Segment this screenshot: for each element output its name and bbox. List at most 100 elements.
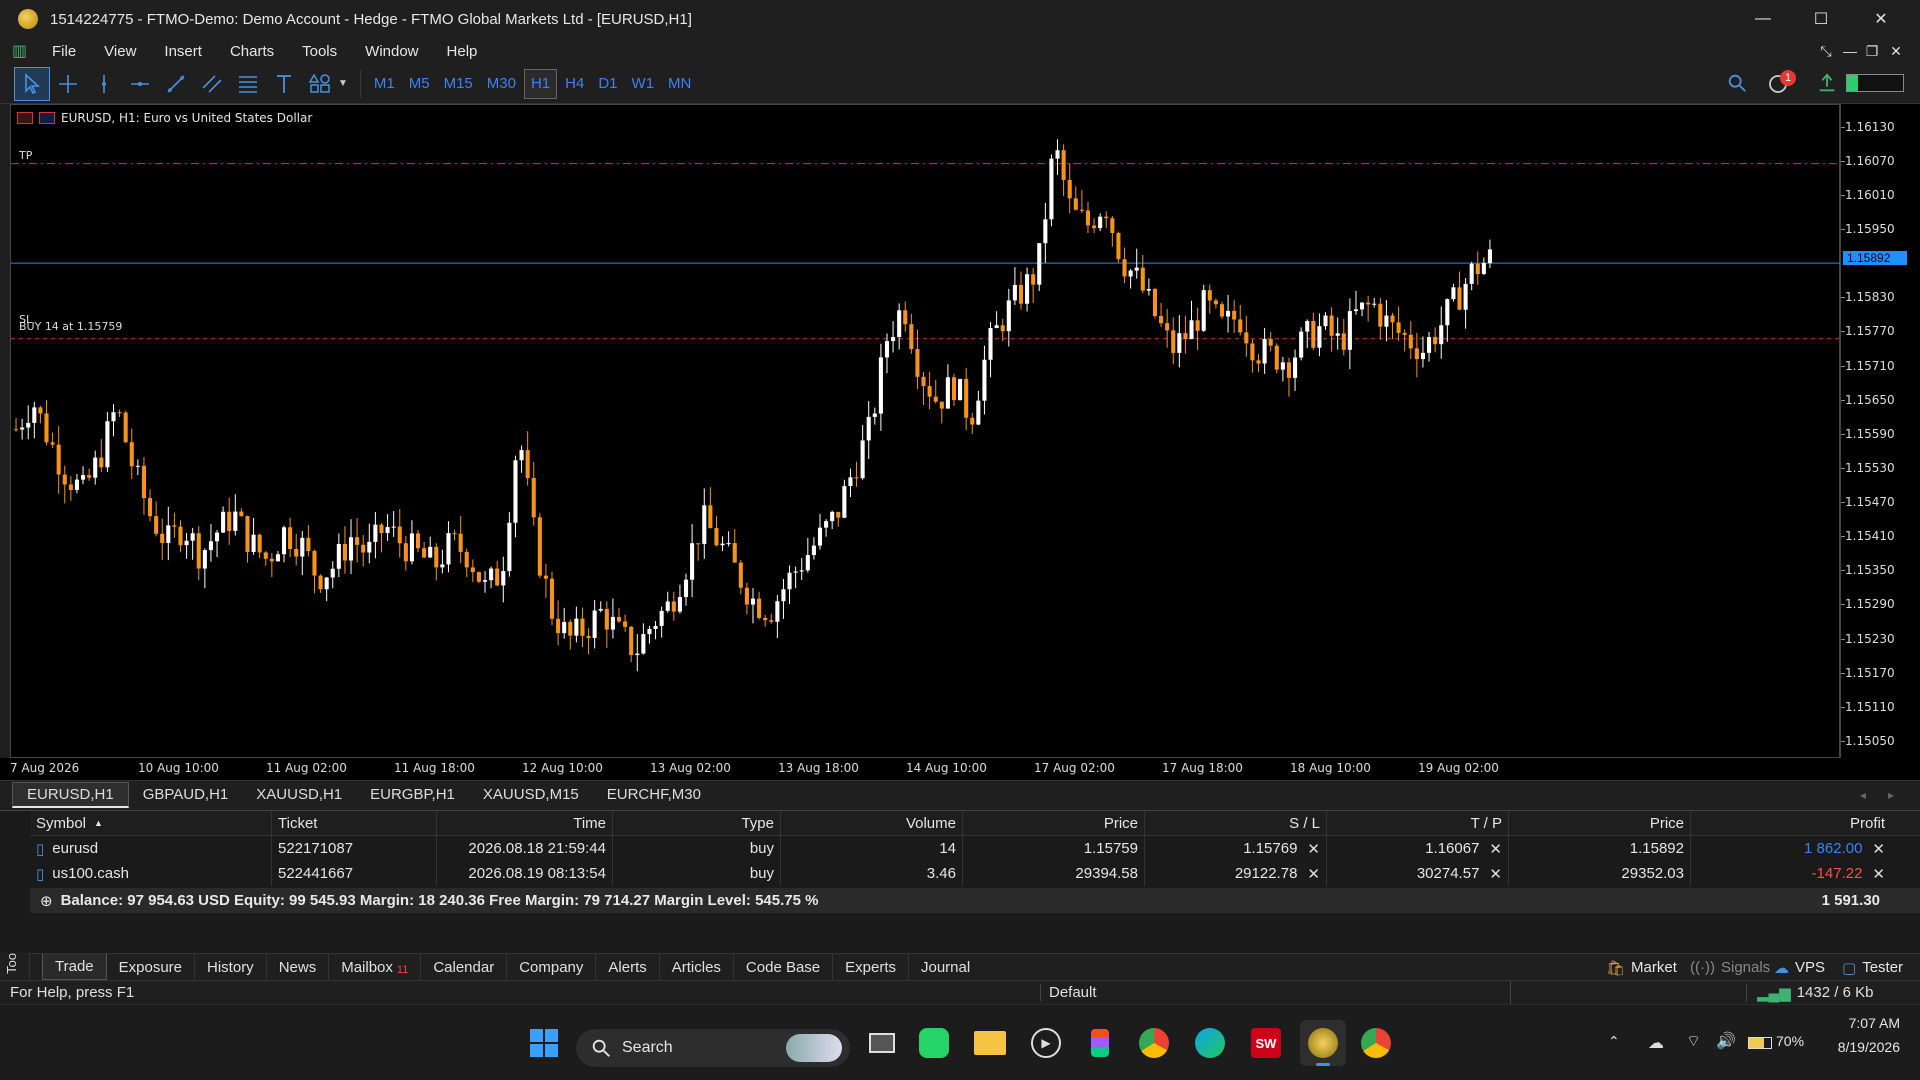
tester-button[interactable]: ▢ Tester [1842,954,1903,981]
crosshair-tool-button[interactable] [50,67,86,101]
close-position-icon[interactable]: ✕ [1872,840,1885,858]
close-button[interactable]: ✕ [1852,0,1910,38]
remove-tp-icon[interactable]: ✕ [1489,865,1502,883]
vps-button[interactable]: ☁ VPS [1774,954,1825,981]
trendline-button[interactable] [158,67,194,101]
clock-time[interactable]: 7:07 AM [1840,1015,1900,1031]
remove-tp-icon[interactable]: ✕ [1489,840,1502,858]
chrome-app-2[interactable] [1356,1023,1396,1063]
table-row[interactable]: ▯ eurusd 522171087 2026.08.18 21:59:44 bu… [30,836,1920,861]
chart-tab-eurusd-h1[interactable]: EURUSD,H1 [12,781,129,808]
child-close-button[interactable]: ✕ [1884,38,1908,64]
tab-code-base[interactable]: Code Base [734,954,834,980]
timeframe-w1[interactable]: W1 [626,69,661,99]
menu-charts[interactable]: Charts [216,43,288,60]
remove-sl-icon[interactable]: ✕ [1307,840,1320,858]
search-button[interactable] [1726,72,1748,98]
tab-alerts[interactable]: Alerts [596,954,660,980]
chart-tab-eurchf-m30[interactable]: EURCHF,M30 [593,782,715,808]
time-scale[interactable]: 7 Aug 2026 10 Aug 10:00 11 Aug 02:00 11 Aug… [0,758,1920,780]
cloud-sync-icon[interactable]: ☁ [1648,1033,1664,1053]
edge-app[interactable] [1190,1023,1230,1063]
tab-company[interactable]: Company [507,954,597,980]
metatrader-app[interactable] [1300,1020,1346,1066]
row-sl[interactable]: 1.15769 [1243,840,1297,857]
child-minimize-button[interactable]: — [1838,38,1862,64]
level-icon[interactable] [1816,72,1838,98]
fibonacci-button[interactable] [230,67,266,101]
timeframe-d1[interactable]: D1 [592,69,623,99]
whatsapp-app[interactable] [914,1023,954,1063]
menu-window[interactable]: Window [351,43,432,60]
menu-file[interactable]: File [38,43,90,60]
child-restore-button[interactable]: ❐ [1860,38,1884,64]
expand-icon[interactable]: ⊕ [40,892,53,910]
tab-exposure[interactable]: Exposure [107,954,196,980]
column-current-price[interactable]: Price [1509,810,1691,836]
horizontal-line-button[interactable] [122,67,158,101]
row-sl[interactable]: 29122.78 [1235,865,1298,882]
row-tp[interactable]: 30274.57 [1417,865,1480,882]
timeframe-h1[interactable]: H1 [523,68,558,99]
column-symbol[interactable]: Symbol ▲ [30,810,272,836]
wifi-icon[interactable]: ⌔ [1686,1031,1701,1051]
column-price[interactable]: Price [963,810,1145,836]
windows-start-button[interactable] [524,1023,564,1063]
chart-tab-eurgbp-h1[interactable]: EURGBP,H1 [356,782,469,808]
menu-insert[interactable]: Insert [150,43,216,60]
column-time[interactable]: Time [437,810,613,836]
column-sl[interactable]: S / L [1145,810,1327,836]
timeframe-m30[interactable]: M30 [481,69,522,99]
media-player-app[interactable]: ▶ [1026,1023,1066,1063]
battery-icon[interactable] [1748,1037,1772,1049]
tab-scroll-left-icon[interactable]: ◂ [1860,788,1866,802]
column-tp[interactable]: T / P [1327,810,1509,836]
tab-scroll-right-icon[interactable]: ▸ [1888,788,1894,802]
figma-app[interactable] [1080,1023,1120,1063]
candlestick-chart[interactable] [11,105,1841,759]
column-type[interactable]: Type [613,810,781,836]
tab-mailbox[interactable]: Mailbox 11 [329,954,422,980]
notifications-button[interactable]: 1 [1766,70,1800,96]
remove-sl-icon[interactable]: ✕ [1307,865,1320,883]
tab-history[interactable]: History [195,954,267,980]
tab-experts[interactable]: Experts [833,954,909,980]
chart-area[interactable]: EURUSD, H1: Euro vs United States Dollar… [10,104,1841,759]
file-explorer-app[interactable] [970,1023,1010,1063]
tab-trade[interactable]: Trade [42,954,107,980]
menu-tools[interactable]: Tools [288,43,351,60]
menu-help[interactable]: Help [433,43,492,60]
chrome-app[interactable] [1134,1023,1174,1063]
chevron-down-icon[interactable]: ▼ [338,78,348,89]
timeframe-m15[interactable]: M15 [438,69,479,99]
tray-overflow-icon[interactable]: ⌃ [1608,1033,1620,1050]
timeframe-m1[interactable]: M1 [368,69,401,99]
tab-news[interactable]: News [267,954,330,980]
pin-icon[interactable]: ⤡ [1814,38,1838,64]
cursor-tool-button[interactable] [14,66,50,101]
timeframe-m5[interactable]: M5 [403,69,436,99]
vertical-line-button[interactable] [86,67,122,101]
chart-tab-gbpaud-h1[interactable]: GBPAUD,H1 [129,782,243,808]
channel-button[interactable] [194,67,230,101]
chart-tab-xauusd-m15[interactable]: XAUUSD,M15 [469,782,593,808]
maximize-button[interactable]: ☐ [1792,0,1850,38]
row-tp[interactable]: 1.16067 [1425,840,1479,857]
minimize-button[interactable]: — [1734,0,1792,38]
clock-date[interactable]: 8/19/2026 [1820,1039,1900,1055]
timeframe-mn[interactable]: MN [662,69,697,99]
close-position-icon[interactable]: ✕ [1872,865,1885,883]
table-row[interactable]: ▯ us100.cash 522441667 2026.08.19 08:13:5… [30,861,1920,886]
market-button[interactable]: 🛍 Market [1606,954,1677,981]
chart-tab-xauusd-h1[interactable]: XAUUSD,H1 [242,782,356,808]
volume-icon[interactable]: 🔊 [1716,1031,1736,1051]
price-scale[interactable]: 1.15892 1.16130 1.16070 1.16010 1.15950 1.15… [1840,104,1920,758]
menu-view[interactable]: View [90,43,150,60]
task-view-button[interactable] [862,1023,902,1063]
timeframe-h4[interactable]: H4 [559,69,590,99]
taskbar-search[interactable]: Search [576,1029,850,1067]
column-volume[interactable]: Volume [781,810,963,836]
text-tool-button[interactable] [266,67,302,101]
column-ticket[interactable]: Ticket [272,810,437,836]
shapes-button[interactable] [302,67,338,101]
